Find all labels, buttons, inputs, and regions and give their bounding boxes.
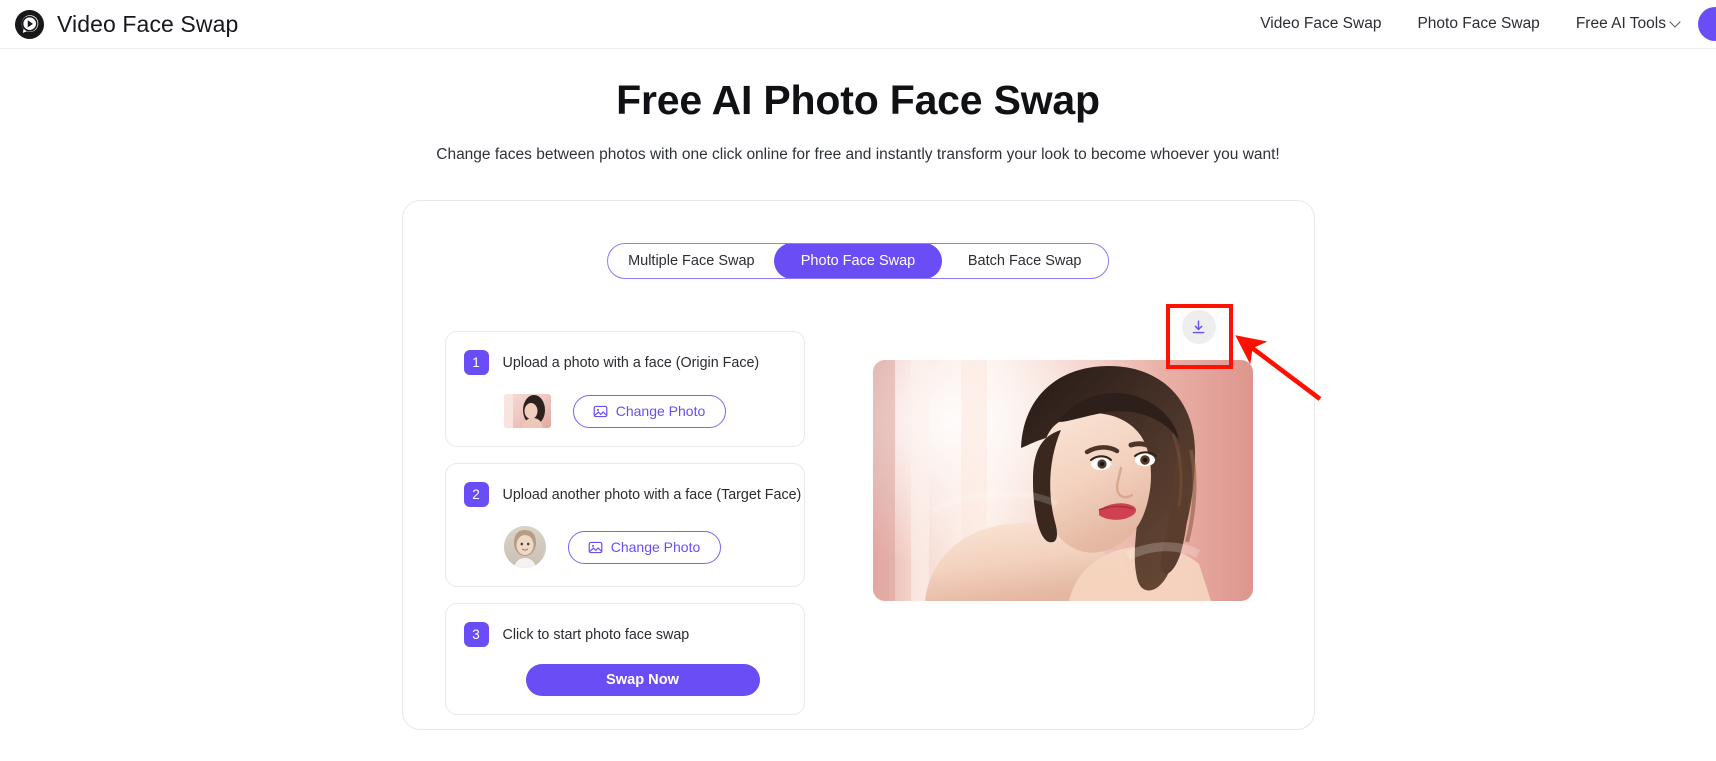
- step-card-1: 1 Upload a photo with a face (Origin Fac…: [444, 331, 805, 448]
- page-title: Free AI Photo Face Swap: [616, 77, 1100, 123]
- page-subtitle: Change faces between photos with one cli…: [436, 146, 1280, 164]
- change-photo-button-origin[interactable]: Change Photo: [572, 394, 726, 428]
- step-card-2: 2 Upload another photo with a face (Targ…: [444, 463, 805, 588]
- brand-logo-link[interactable]: Video Face Swap: [14, 9, 238, 40]
- tab-label: Multiple Face Swap: [628, 253, 755, 270]
- step-header: 1 Upload a photo with a face (Origin Fac…: [463, 350, 784, 376]
- nav-item-label: Video Face Swap: [1260, 15, 1382, 32]
- chevron-down-icon: [1671, 18, 1680, 27]
- nav-item-free-ai-tools[interactable]: Free AI Tools: [1558, 15, 1698, 33]
- nav-item-video-face-swap[interactable]: Video Face Swap: [1242, 15, 1399, 33]
- hero-section: Free AI Photo Face Swap Change faces bet…: [0, 49, 1716, 164]
- swapped-result-photo[interactable]: [872, 360, 1253, 602]
- panel-columns: 1 Upload a photo with a face (Origin Fac…: [444, 310, 1272, 716]
- tab-batch-face-swap[interactable]: Batch Face Swap: [941, 244, 1108, 278]
- nav-item-label: Photo Face Swap: [1417, 15, 1540, 32]
- image-icon: [588, 540, 603, 555]
- image-icon: [593, 404, 608, 419]
- step-body: Change Photo: [464, 394, 784, 429]
- tab-multiple-face-swap[interactable]: Multiple Face Swap: [608, 244, 775, 278]
- download-icon: [1190, 319, 1207, 336]
- tab-label: Photo Face Swap: [800, 253, 916, 270]
- step-number-badge: 1: [463, 350, 489, 376]
- step-label: Upload a photo with a face (Origin Face): [502, 354, 760, 371]
- origin-face-thumbnail[interactable]: [503, 394, 551, 429]
- step-label: Click to start photo face swap: [502, 626, 690, 643]
- target-face-thumbnail[interactable]: [503, 526, 546, 569]
- main-navigation: Video Face Swap Photo Face Swap Free AI …: [1242, 0, 1716, 48]
- step-header: 3 Click to start photo face swap: [463, 622, 784, 648]
- change-photo-label: Change Photo: [610, 539, 701, 556]
- step-card-3: 3 Click to start photo face swap Swap No…: [444, 603, 805, 716]
- nav-item-photo-face-swap[interactable]: Photo Face Swap: [1399, 15, 1557, 33]
- steps-column: 1 Upload a photo with a face (Origin Fac…: [444, 331, 805, 716]
- step-number-badge: 2: [463, 482, 489, 508]
- nav-item-label: Free AI Tools: [1575, 15, 1666, 32]
- face-swap-panel: Multiple Face Swap Photo Face Swap Batch…: [401, 200, 1315, 731]
- swap-now-button[interactable]: Swap Now: [525, 664, 760, 697]
- tab-photo-face-swap[interactable]: Photo Face Swap: [774, 244, 942, 279]
- step-label: Upload another photo with a face (Target…: [502, 486, 802, 503]
- change-photo-button-target[interactable]: Change Photo: [567, 530, 721, 564]
- step-body: Change Photo: [464, 526, 784, 569]
- download-button-wrapper: [1181, 310, 1216, 345]
- user-avatar[interactable]: [1698, 7, 1716, 41]
- brand-name: Video Face Swap: [57, 10, 239, 37]
- step-header: 2 Upload another photo with a face (Targ…: [463, 482, 801, 508]
- tab-label: Batch Face Swap: [967, 253, 1082, 270]
- face-swap-logo-icon: [14, 9, 45, 40]
- download-result-button[interactable]: [1181, 310, 1216, 345]
- mode-tabs: Multiple Face Swap Photo Face Swap Batch…: [607, 243, 1109, 280]
- site-header: Video Face Swap Video Face Swap Photo Fa…: [0, 0, 1716, 49]
- result-column: [805, 310, 1272, 715]
- change-photo-label: Change Photo: [615, 403, 706, 420]
- step-number-badge: 3: [463, 622, 489, 648]
